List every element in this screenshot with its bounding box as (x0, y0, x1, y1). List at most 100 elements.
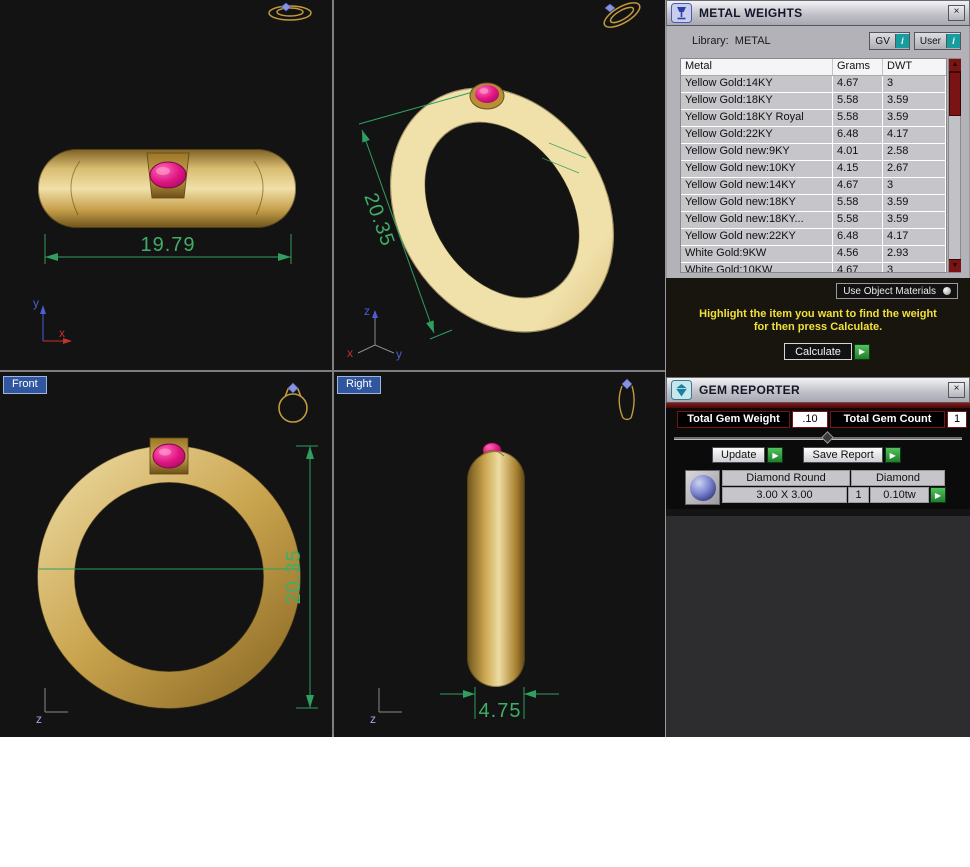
table-row[interactable]: Yellow Gold:18KY Royal 5.58 3.59 (681, 110, 946, 127)
calculate-go-button[interactable]: ▶ (853, 343, 870, 360)
svg-text:z: z (370, 712, 376, 726)
column-header-metal: Metal (681, 59, 833, 75)
dimension-text: 20.35 (283, 549, 305, 604)
ring-profile (467, 450, 525, 687)
ring-front (37, 445, 301, 709)
dimension-text: 19.79 (140, 234, 195, 256)
total-gem-count-label: Total Gem Count (830, 411, 945, 428)
column-header-grams: Grams (833, 59, 883, 75)
icon-gem (280, 2, 292, 12)
save-report-button[interactable]: Save Report (803, 447, 883, 463)
svg-text:z: z (36, 712, 42, 726)
scrollbar-thumb[interactable] (949, 72, 961, 116)
table-row[interactable]: Yellow Gold new:9KY 4.01 2.58 (681, 144, 946, 161)
table-row[interactable]: Yellow Gold new:18KY 5.58 3.59 (681, 195, 946, 212)
gem-totals-row: Total Gem Weight .10 Total Gem Count 1 (666, 408, 970, 428)
diamond-icon (689, 474, 716, 501)
metal-weights-footer: Use Object Materials Highlight the item … (666, 278, 970, 377)
update-go-button[interactable]: ▶ (767, 447, 784, 463)
cplane-side-ring-icon (618, 385, 635, 421)
calculate-button[interactable]: Calculate (784, 343, 852, 360)
panel-title: GEM REPORTER (699, 383, 800, 397)
use-object-materials-button[interactable]: Use Object Materials (836, 283, 958, 299)
gem-name: Diamond Round (722, 470, 850, 486)
cplane-front-ring-icon (278, 388, 308, 423)
gem-thumbnail[interactable] (685, 470, 720, 505)
viewport-title-right[interactable]: Right (337, 376, 381, 394)
gem-weight: 0.10tw (870, 487, 929, 503)
axis-indicator: z (36, 688, 68, 726)
scrollbar[interactable]: ▲ ▼ (948, 58, 961, 273)
ruby-gem (469, 82, 505, 110)
gem-reporter-titlebar: GEM REPORTER × (666, 377, 970, 403)
viewport-title-front[interactable]: Front (3, 376, 47, 394)
metal-table-zone: Metal Grams DWT Yellow Gold:14KY 4.67 3 Ye… (666, 56, 970, 278)
svg-text:x: x (59, 326, 65, 340)
cplane-perspective-ring-icon (603, 2, 641, 28)
metal-weights-titlebar: METAL WEIGHTS × (666, 0, 970, 26)
svg-text:x: x (347, 346, 353, 360)
scroll-down-icon[interactable]: ▼ (949, 259, 961, 272)
viewport-area: 19.79 y x 20.35 z x y Front 20.35 z Righ… (0, 0, 665, 737)
gem-count: 1 (848, 487, 869, 503)
gem-slider[interactable] (674, 431, 962, 444)
gem-size: 3.00 X 3.00 (722, 487, 847, 503)
gv-button[interactable]: GV i (869, 32, 910, 50)
user-button[interactable]: User i (913, 32, 961, 50)
table-row[interactable]: White Gold:9KW 4.56 2.93 (681, 246, 946, 263)
library-row: Library: METAL GV i User i (666, 26, 970, 56)
svg-text:y: y (33, 296, 39, 310)
hint-text: Highlight the item you want to find the … (699, 308, 937, 333)
panel-title: METAL WEIGHTS (699, 6, 803, 20)
icon-gem (287, 382, 299, 394)
table-row[interactable]: Yellow Gold new:18KY... 5.58 3.59 (681, 212, 946, 229)
gem-reporter-panel: GEM REPORTER × Total Gem Weight .10 Tota… (666, 377, 970, 737)
gem-list-item[interactable]: Diamond Round Diamond 3.00 X 3.00 1 0.10… (666, 463, 970, 505)
slider-thumb[interactable] (821, 431, 834, 444)
svg-text:y: y (396, 347, 402, 361)
table-row[interactable]: Yellow Gold:18KY 5.58 3.59 (681, 93, 946, 110)
gem-buttons-row: Update ▶ Save Report ▶ (666, 447, 970, 463)
dimension-width: 19.79 (44, 234, 292, 264)
gem-type: Diamond (851, 470, 945, 486)
save-report-go-button[interactable]: ▶ (884, 447, 901, 463)
viewport-perspective[interactable]: 20.35 z x y (334, 0, 665, 370)
right-panel: METAL WEIGHTS × Library: METAL GV i User… (665, 0, 970, 737)
gem-reporter-controls: Total Gem Weight .10 Total Gem Count 1 U… (666, 408, 970, 509)
gem-go-button[interactable]: ▶ (930, 487, 946, 503)
info-icon[interactable]: i (894, 34, 909, 48)
metal-weights-icon (671, 3, 692, 23)
svg-text:z: z (364, 304, 370, 318)
gem-reporter-icon (671, 380, 692, 400)
table-row[interactable]: Yellow Gold new:14KY 4.67 3 (681, 178, 946, 195)
icon-gem (621, 378, 633, 390)
table-row[interactable]: Yellow Gold:22KY 6.48 4.17 (681, 127, 946, 144)
total-gem-weight-value: .10 (792, 411, 828, 428)
total-gem-count-value: 1 (947, 411, 967, 428)
close-icon[interactable]: × (948, 382, 965, 398)
metal-table: Metal Grams DWT Yellow Gold:14KY 4.67 3 Ye… (680, 58, 947, 273)
axis-indicator: y x (33, 296, 72, 344)
scroll-up-icon[interactable]: ▲ (949, 59, 961, 72)
gem-bezel (149, 437, 189, 475)
gem-detail-table: Diamond Round Diamond 3.00 X 3.00 1 0.10… (722, 470, 946, 503)
led-icon (943, 287, 951, 295)
table-row[interactable]: White Gold:10KW 4.67 3 (681, 263, 946, 272)
viewport-top[interactable]: 19.79 y x (0, 0, 332, 370)
viewport-front[interactable]: Front 20.35 z (0, 372, 332, 737)
library-label: Library: METAL (692, 35, 771, 47)
dimension-thickness: 4.75 (440, 687, 559, 722)
gem-bezel (146, 152, 190, 199)
table-row[interactable]: Yellow Gold new:22KY 6.48 4.17 (681, 229, 946, 246)
viewport-right[interactable]: Right 4.75 z (334, 372, 665, 737)
table-row[interactable]: Yellow Gold:14KY 4.67 3 (681, 76, 946, 93)
metal-weights-panel: METAL WEIGHTS × Library: METAL GV i User… (666, 0, 970, 377)
close-icon[interactable]: × (948, 5, 965, 21)
info-icon[interactable]: i (946, 34, 960, 48)
total-gem-weight-label: Total Gem Weight (677, 411, 790, 428)
dimension-text: 4.75 (479, 700, 522, 722)
column-header-dwt: DWT (887, 60, 913, 72)
update-button[interactable]: Update (712, 447, 766, 463)
app-root: 19.79 y x 20.35 z x y Front 20.35 z Righ… (0, 0, 970, 867)
table-row[interactable]: Yellow Gold new:10KY 4.15 2.67 (681, 161, 946, 178)
